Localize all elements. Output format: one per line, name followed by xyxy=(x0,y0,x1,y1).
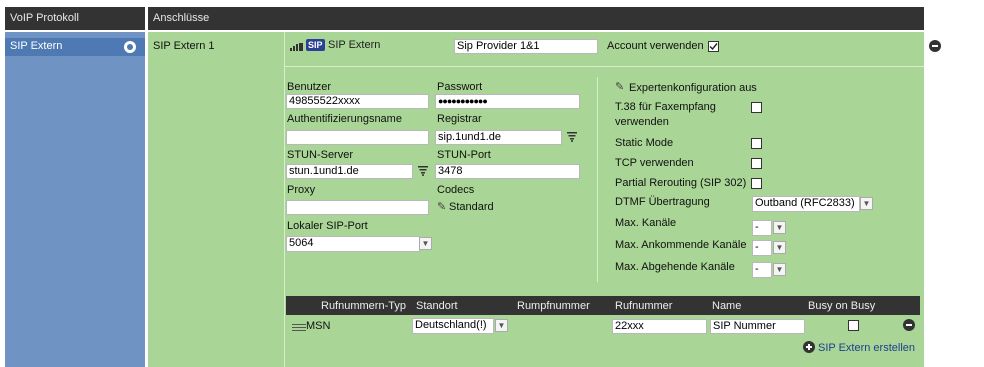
max-incoming-select[interactable]: - xyxy=(752,240,772,256)
static-mode-checkbox[interactable] xyxy=(751,138,762,149)
local-sip-port-select[interactable]: 5064 xyxy=(286,236,420,252)
auth-name-field[interactable] xyxy=(286,130,429,145)
col-location: Standort xyxy=(416,300,458,312)
t38-checkbox[interactable] xyxy=(751,102,762,113)
connections-header-label: Anschlüsse xyxy=(153,12,210,24)
location-select[interactable]: Deutschland(!) xyxy=(412,318,494,334)
expert-config-toggle[interactable]: Expertenkonfiguration aus xyxy=(629,82,757,94)
network-icon xyxy=(290,42,304,51)
sidebar-item-label: SIP Extern xyxy=(10,40,63,52)
static-mode-label: Static Mode xyxy=(615,137,674,149)
stun-server-label: STUN-Server xyxy=(287,149,354,161)
sidebar-item-sip-extern[interactable]: SIP Extern xyxy=(5,38,145,56)
row-number-type: MSN xyxy=(306,320,331,332)
col-busy-on-busy: Busy on Busy xyxy=(808,300,876,312)
voip-protocol-header: VoIP Protokoll xyxy=(5,7,145,30)
remove-number-icon[interactable] xyxy=(903,319,915,331)
account-use-label: Account verwenden xyxy=(607,40,704,52)
t38-label-line2: verwenden xyxy=(615,116,669,128)
connection-type-label: SIP Extern xyxy=(328,39,381,51)
col-number-type: Rufnummern-Typ xyxy=(321,300,406,312)
account-use-checkbox[interactable] xyxy=(708,41,719,52)
create-sip-extern-link[interactable]: SIP Extern erstellen xyxy=(818,342,915,354)
col-name: Name xyxy=(712,300,742,312)
connections-header: Anschlüsse xyxy=(148,7,924,30)
dtmf-select[interactable]: Outband (RFC2833) xyxy=(752,196,860,212)
provider-field[interactable]: Sip Provider 1&1 xyxy=(454,39,598,54)
number-field[interactable]: 22xxx xyxy=(612,319,707,334)
max-incoming-label: Max. Ankommende Kanäle xyxy=(615,239,747,251)
name-field[interactable]: SIP Nummer xyxy=(710,319,805,334)
chevron-down-icon[interactable]: ▼ xyxy=(495,319,508,332)
password-label: Passwort xyxy=(437,81,483,93)
voip-protocol-header-label: VoIP Protokoll xyxy=(10,12,79,24)
registrar-label: Registrar xyxy=(437,113,482,125)
password-field[interactable]: ●●●●●●●●●●● xyxy=(435,94,580,109)
chevron-down-icon[interactable]: ▼ xyxy=(773,241,786,254)
max-outgoing-select[interactable]: - xyxy=(752,262,772,278)
stun-server-field[interactable]: stun.1und1.de xyxy=(286,164,413,179)
chevron-down-icon[interactable]: ▼ xyxy=(773,221,786,234)
pencil-icon[interactable]: ✎ xyxy=(615,80,624,93)
col-number: Rufnummer xyxy=(615,300,673,312)
drag-handle-icon[interactable] xyxy=(292,322,306,331)
chevron-down-icon[interactable]: ▼ xyxy=(419,237,432,250)
sip-badge-icon: SIP xyxy=(306,39,325,51)
filter-icon[interactable] xyxy=(567,132,577,142)
gear-icon[interactable] xyxy=(124,41,136,53)
chevron-down-icon[interactable]: ▼ xyxy=(773,263,786,276)
local-sip-port-label: Lokaler SIP-Port xyxy=(287,220,368,232)
pencil-icon[interactable]: ✎ xyxy=(437,200,446,213)
tcp-checkbox[interactable] xyxy=(751,158,762,169)
partial-rerouting-label: Partial Rerouting (SIP 302) xyxy=(615,177,747,189)
user-label: Benutzer xyxy=(287,81,332,93)
max-outgoing-label: Max. Abgehende Kanäle xyxy=(615,261,735,273)
proxy-label: Proxy xyxy=(287,184,316,196)
auth-name-label: Authentifizierungsname xyxy=(287,113,402,125)
t38-label: T.38 für Faxempfang verwenden xyxy=(615,101,716,128)
remove-connection-icon[interactable] xyxy=(929,40,941,52)
protocol-sidebar xyxy=(5,32,145,367)
partial-rerouting-checkbox[interactable] xyxy=(751,178,762,189)
col-trunk-number: Rumpfnummer xyxy=(517,300,590,312)
stun-port-label: STUN-Port xyxy=(437,149,491,161)
table-row: MSN xyxy=(286,316,920,338)
filter-icon[interactable] xyxy=(418,166,428,176)
t38-label-line1: T.38 für Faxempfang xyxy=(615,101,716,113)
plus-icon[interactable] xyxy=(803,341,815,353)
codecs-label: Codecs xyxy=(437,184,475,196)
chevron-down-icon[interactable]: ▼ xyxy=(860,197,873,210)
codecs-link[interactable]: Standard xyxy=(449,201,494,213)
tcp-label: TCP verwenden xyxy=(615,157,694,169)
stun-port-field[interactable]: 3478 xyxy=(435,164,580,179)
user-field[interactable]: 49855522xxxx xyxy=(286,94,429,109)
connection-name: SIP Extern 1 xyxy=(153,40,215,52)
proxy-field[interactable] xyxy=(286,200,429,215)
dtmf-label: DTMF Übertragung xyxy=(615,196,710,208)
max-channels-label: Max. Kanäle xyxy=(615,217,677,229)
registrar-field[interactable]: sip.1und1.de xyxy=(435,130,562,145)
busy-on-busy-checkbox[interactable] xyxy=(848,320,859,331)
max-channels-select[interactable]: - xyxy=(752,220,772,236)
